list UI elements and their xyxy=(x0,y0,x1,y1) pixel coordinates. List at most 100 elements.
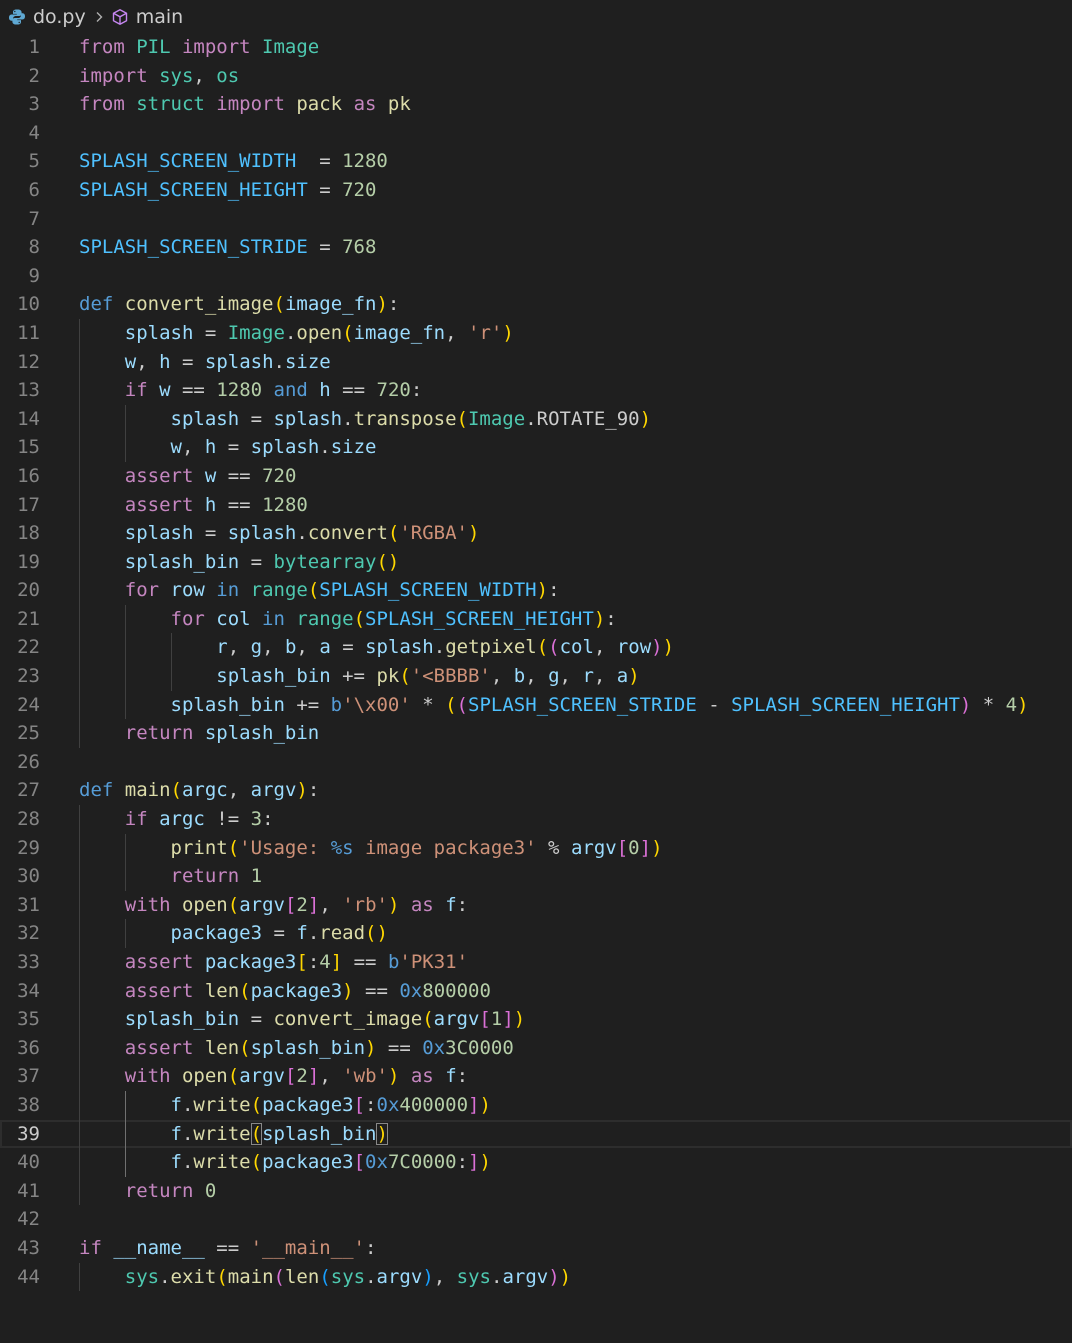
line-number: 39 xyxy=(17,1122,40,1145)
code-token: = xyxy=(239,1008,274,1031)
code-line[interactable]: 44 sys.exit(main(len(sys.argv), sys.argv… xyxy=(0,1262,1072,1292)
code-line[interactable]: 1 from PIL import Image xyxy=(0,33,1072,62)
code-line[interactable]: 10 def convert_image(image_fn): xyxy=(0,290,1072,319)
code-token: 'Usage: xyxy=(239,836,331,859)
code-line[interactable]: 13 if w == 1280 and h == 720: xyxy=(0,376,1072,405)
code-line[interactable]: 24 splash_bin += b'\x00' * ((SPLASH_SCRE… xyxy=(0,690,1072,720)
code-token: ( xyxy=(250,1093,263,1116)
code-token: range xyxy=(250,579,308,602)
code-token: 400000 xyxy=(399,1093,469,1116)
code-line[interactable]: 37 with open(argv[2], 'wb') as f: xyxy=(0,1062,1072,1091)
code-line[interactable]: 4 xyxy=(0,119,1072,148)
code-token: image_fn xyxy=(284,293,377,316)
code-token: splash_bin xyxy=(250,1036,366,1059)
code-line[interactable]: 17 assert h == 1280 xyxy=(0,490,1072,520)
code-line[interactable]: 7 xyxy=(0,205,1072,234)
code-line[interactable]: 16 assert w == 720 xyxy=(0,461,1072,491)
code-token: h xyxy=(319,379,331,402)
code-line[interactable]: 34 assert len(package3) == 0x800000 xyxy=(0,976,1072,1006)
code-line[interactable]: 3 from struct import pack as pk xyxy=(0,90,1072,119)
code-token: convert xyxy=(307,522,388,545)
code-line[interactable]: 11 splash = Image.open(image_fn, 'r') xyxy=(0,318,1072,348)
code-line[interactable]: 19 splash_bin = bytearray() xyxy=(0,547,1072,577)
code-line[interactable]: 26 xyxy=(0,748,1072,777)
code-line[interactable]: 14 splash = splash.transpose(Image.ROTAT… xyxy=(0,404,1072,434)
code-token: 0x xyxy=(399,979,423,1002)
code-token: convert_image xyxy=(124,293,274,316)
code-line[interactable]: 35 splash_bin = convert_image(argv[1]) xyxy=(0,1005,1072,1034)
code-line[interactable]: 29 print('Usage: %s image package3' % ar… xyxy=(0,833,1072,863)
code-line[interactable]: 21 for col in range(SPLASH_SCREEN_HEIGHT… xyxy=(0,604,1072,634)
code-token: = xyxy=(193,522,228,545)
code-token: . xyxy=(307,922,320,945)
code-text: return 1 xyxy=(79,862,263,891)
code-line[interactable]: 15 w, h = splash.size xyxy=(0,433,1072,462)
code-token: w xyxy=(204,464,217,487)
code-line[interactable]: 6 SPLASH_SCREEN_HEIGHT = 720 xyxy=(0,176,1072,205)
code-text: f.write(package3[:0x400000]) xyxy=(79,1091,491,1120)
code-token: 800000 xyxy=(422,979,491,1002)
breadcrumb-symbol-label: main xyxy=(135,6,184,28)
code-line[interactable]: 23 splash_bin += pk('<BBBB', b, g, r, a) xyxy=(0,662,1072,691)
code-token: assert xyxy=(124,951,205,973)
code-line[interactable]: 18 splash = splash.convert('RGBA') xyxy=(0,519,1072,548)
code-line[interactable]: 30 return 1 xyxy=(0,862,1072,891)
code-line[interactable]: 32 package3 = f.read() xyxy=(0,919,1072,948)
code-line[interactable]: 36 assert len(splash_bin) == 0x3C0000 xyxy=(0,1033,1072,1063)
code-text: with open(argv[2], 'rb') as f: xyxy=(79,891,468,920)
code-line[interactable]: 42 xyxy=(0,1205,1072,1234)
code-text: from struct import pack as pk xyxy=(79,90,411,119)
line-number: 20 xyxy=(17,579,40,602)
code-text: with open(argv[2], 'wb') as f: xyxy=(79,1062,468,1091)
line-number: 16 xyxy=(17,464,40,487)
code-line[interactable]: 39 f.write(splash_bin) xyxy=(0,1119,1072,1149)
code-token: 768 xyxy=(342,236,377,259)
code-line[interactable]: 2 import sys, os xyxy=(0,62,1072,91)
code-area[interactable]: 1 from PIL import Image 2 import sys, os 3 fr… xyxy=(0,33,1072,1292)
code-token: () xyxy=(376,550,400,573)
code-line[interactable]: 9 xyxy=(0,262,1072,291)
code-text: splash_bin += b'\x00' * ((SPLASH_SCREEN_… xyxy=(79,691,1029,720)
code-token: , xyxy=(319,893,343,916)
code-line[interactable]: 33 assert package3[:4] == b'PK31' xyxy=(0,948,1072,977)
line-number: 43 xyxy=(17,1236,40,1259)
code-token: package3 xyxy=(204,951,297,973)
code-line[interactable]: 8 SPLASH_SCREEN_STRIDE = 768 xyxy=(0,233,1072,262)
code-line[interactable]: 5 SPLASH_SCREEN_WIDTH = 1280 xyxy=(0,147,1072,176)
breadcrumb-file[interactable]: do.py xyxy=(8,6,86,28)
code-line[interactable]: 27 def main(argc, argv): xyxy=(0,776,1072,805)
code-token: f xyxy=(296,922,308,945)
code-text: splash = splash.transpose(Image.ROTATE_9… xyxy=(79,405,652,434)
code-line[interactable]: 25 return splash_bin xyxy=(0,719,1072,748)
code-line[interactable]: 43 if __name__ == '__main__': xyxy=(0,1234,1072,1263)
code-line[interactable]: 41 return 0 xyxy=(0,1176,1072,1206)
code-token: write xyxy=(193,1151,251,1174)
code-token: '<BBBB' xyxy=(410,665,491,688)
code-token: PIL xyxy=(136,36,182,58)
code-line[interactable]: 12 w, h = splash.size xyxy=(0,347,1072,377)
code-token: 720 xyxy=(376,379,411,402)
code-token: = xyxy=(330,636,366,659)
code-token: os xyxy=(216,64,240,87)
code-token: w xyxy=(159,379,171,402)
code-token: 1280 xyxy=(216,379,263,402)
code-token: ) xyxy=(662,636,675,659)
code-token: sys xyxy=(159,64,194,87)
code-token: splash xyxy=(124,321,194,344)
line-number: 5 xyxy=(28,150,40,173)
code-token: a xyxy=(616,665,629,688)
code-line[interactable]: 22 r, g, b, a = splash.getpixel((col, ro… xyxy=(0,633,1072,663)
code-line[interactable]: 20 for row in range(SPLASH_SCREEN_WIDTH)… xyxy=(0,576,1072,605)
code-line[interactable]: 28 if argc != 3: xyxy=(0,805,1072,834)
code-token: == xyxy=(204,1236,251,1259)
code-token: open xyxy=(181,1065,228,1088)
code-line[interactable]: 31 with open(argv[2], 'rb') as f: xyxy=(0,890,1072,920)
code-token: sys xyxy=(124,1265,160,1288)
breadcrumb-symbol[interactable]: main xyxy=(111,6,183,28)
code-editor[interactable]: do.py main 1 from PIL import Image 2 import… xyxy=(0,0,1072,1343)
code-line[interactable]: 40 f.write(package3[0x7C0000:]) xyxy=(0,1148,1072,1177)
code-text: splash = splash.convert('RGBA') xyxy=(79,519,480,548)
code-token: and xyxy=(262,379,320,402)
code-line[interactable]: 38 f.write(package3[:0x400000]) xyxy=(0,1090,1072,1120)
code-token: == xyxy=(342,951,388,973)
